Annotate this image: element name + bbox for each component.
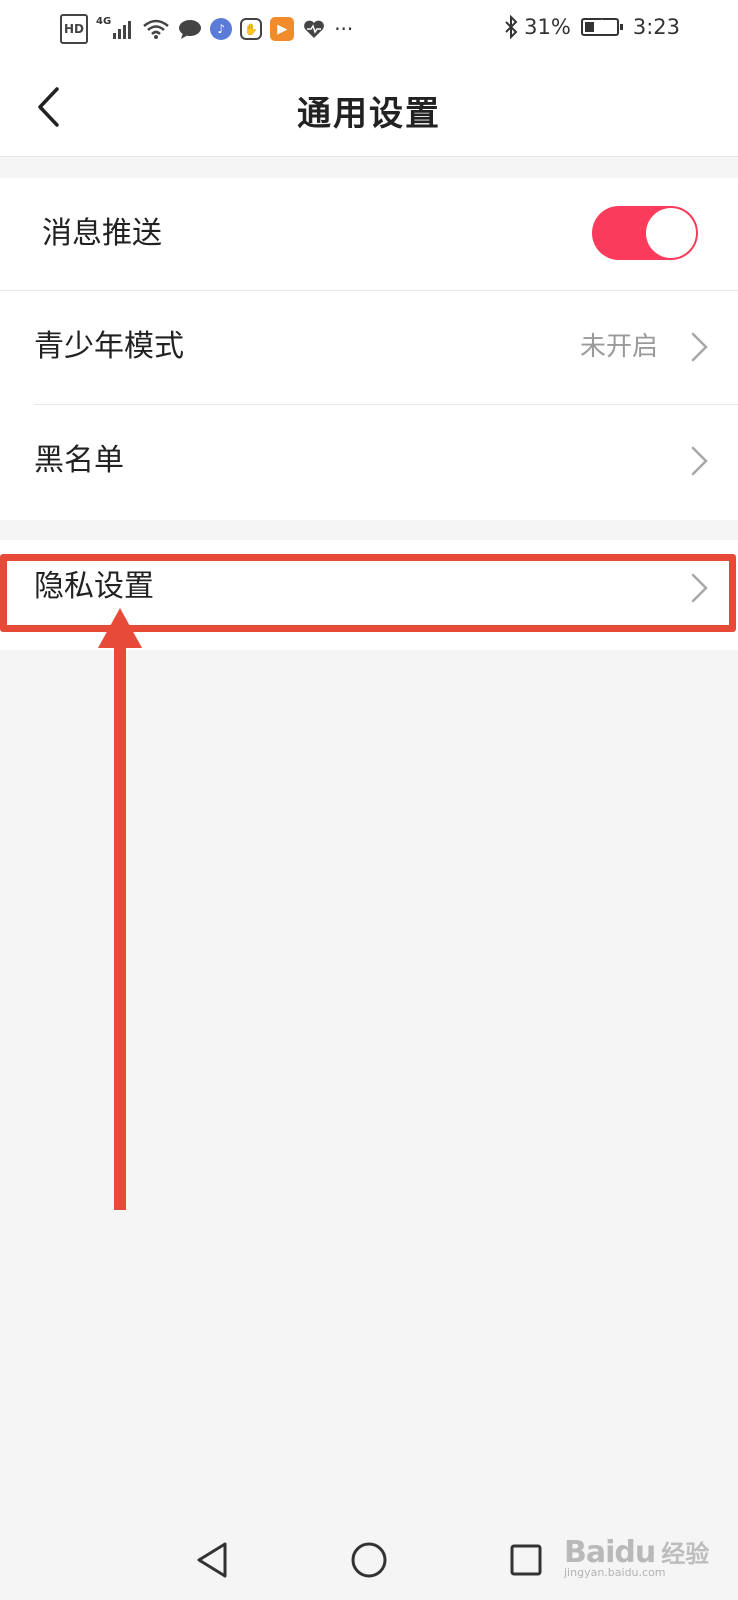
toggle-knob (646, 208, 696, 258)
signal-icon: 4G (96, 16, 134, 42)
title-bar: 通用设置 (0, 56, 738, 157)
battery-level-fill (584, 22, 594, 32)
triangle-back-icon (197, 1542, 227, 1578)
battery-charging-icon: ⚡ (580, 14, 623, 40)
square-recents-icon (510, 1544, 542, 1576)
health-heart-icon (302, 16, 326, 42)
setting-row-teen-mode[interactable]: 青少年模式 未开启 (0, 291, 738, 403)
nav-recents-button[interactable] (504, 1538, 548, 1582)
wifi-icon (142, 16, 170, 42)
setting-label-teen-mode: 青少年模式 (34, 329, 184, 364)
setting-label-push: 消息推送 (42, 216, 162, 251)
hd-icon: HD (60, 14, 89, 44)
chat-bubble-icon (178, 16, 202, 42)
nav-home-button[interactable] (347, 1538, 391, 1582)
bluetooth-icon (504, 14, 518, 40)
watermark: Baidu 经验 jingyan.baidu.com (564, 1534, 724, 1588)
battery-percent: 31% (524, 15, 571, 39)
push-notifications-toggle[interactable] (592, 206, 698, 260)
more-notifications: ··· (334, 17, 354, 41)
settings-group-general: 消息推送 青少年模式 未开启 黑名单 (0, 178, 738, 520)
setting-row-push-notifications[interactable]: 消息推送 (0, 178, 738, 290)
page-title: 通用设置 (297, 94, 441, 134)
clock: 3:23 (632, 15, 680, 39)
hex-app-icon: ✋ (240, 18, 263, 40)
status-icons-left: HD 4G ♪ ✋ ▶ ··· (60, 14, 353, 44)
setting-label-blacklist: 黑名单 (34, 443, 124, 478)
arrow-up-icon (98, 608, 142, 1210)
status-bar: HD 4G ♪ ✋ ▶ ··· 31% ⚡ 3:23 (0, 0, 738, 56)
teen-mode-status: 未开启 (579, 332, 658, 362)
setting-row-blacklist[interactable]: 黑名单 (0, 405, 738, 517)
circle-home-icon (351, 1542, 387, 1578)
watermark-logo: Baidu (564, 1535, 656, 1570)
music-icon: ♪ (210, 18, 233, 40)
video-app-icon: ▶ (270, 17, 295, 41)
chevron-right-icon (691, 332, 708, 362)
chevron-right-icon (691, 446, 708, 476)
nav-back-button[interactable] (190, 1538, 234, 1582)
watermark-cn: 经验 (661, 1540, 710, 1568)
network-type-label: 4G (96, 16, 112, 27)
status-icons-right: 31% ⚡ 3:23 (504, 14, 680, 40)
